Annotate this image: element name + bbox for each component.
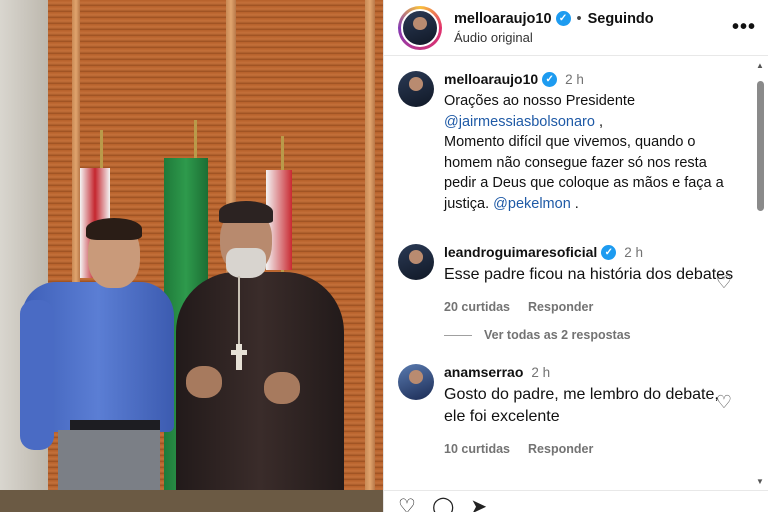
avatar (401, 8, 439, 47)
comment-likes[interactable]: 10 curtidas (444, 442, 510, 456)
caption-line: Orações ao nosso Presidente (444, 93, 636, 109)
priest-cap (219, 201, 273, 223)
separator-dot: • (576, 10, 582, 27)
man-hair (86, 218, 142, 240)
caption-username[interactable]: melloaraujo10 (444, 71, 538, 87)
comment-text: Esse padre ficou na história dos debates (444, 266, 734, 283)
avatar[interactable] (398, 71, 434, 107)
caption-text: Orações ao nosso Presidente @jairmessiasb… (444, 91, 740, 214)
pillar (365, 0, 375, 490)
cross-icon-bar (231, 350, 247, 355)
mention-link[interactable]: @jairmessiasbolsonaro (444, 114, 595, 130)
floor (0, 490, 383, 512)
comment-likes[interactable]: 20 curtidas (444, 300, 510, 314)
caption-time: 2 h (565, 71, 584, 87)
priest-hand-right (264, 372, 300, 404)
like-icon[interactable]: ♡ (398, 497, 416, 512)
comment-time: 2 h (624, 244, 644, 260)
caption-punct: , (594, 113, 603, 130)
comments-scrollbar[interactable]: ▲ ▼ (754, 57, 766, 490)
mention-link[interactable]: @pekelmon (493, 196, 571, 212)
cross-icon (236, 344, 242, 370)
comment-meta: 20 curtidas Responder (444, 300, 740, 314)
cross-chain (238, 276, 240, 348)
verified-badge-icon: ✓ (555, 11, 571, 26)
verified-badge-icon: ✓ (601, 244, 617, 260)
avatar[interactable] (398, 244, 434, 280)
author-username[interactable]: melloaraujo10 (454, 11, 552, 27)
priest-hand-left (186, 366, 222, 398)
comment-icon[interactable]: ◯ (432, 497, 454, 512)
comment-time: 2 h (531, 364, 551, 380)
share-icon[interactable]: ➤ (470, 497, 487, 512)
post-actions-bar: ♡ ◯ ➤ (384, 490, 768, 512)
audio-label[interactable]: Áudio original (454, 30, 732, 45)
post-side-panel: melloaraujo10 ✓ • Seguindo Áudio origina… (383, 0, 768, 512)
more-options-icon[interactable]: ••• (732, 16, 756, 39)
scroll-up-icon[interactable]: ▲ (756, 61, 764, 70)
instagram-post-view: melloaraujo10 ✓ • Seguindo Áudio origina… (0, 0, 768, 512)
comment-item: leandroguimaresoficial ✓ 2 h Esse padre … (384, 244, 754, 314)
author-avatar-story-ring[interactable] (398, 5, 442, 50)
following-button[interactable]: Seguindo (588, 11, 654, 27)
scroll-down-icon[interactable]: ▼ (756, 477, 764, 486)
reply-button[interactable]: Responder (528, 442, 593, 456)
caption: melloaraujo10 ✓ 2 h Orações ao nosso Pre… (384, 71, 754, 214)
post-header: melloaraujo10 ✓ • Seguindo Áudio origina… (384, 0, 768, 56)
comment-item: anamserrao 2 h Gosto do padre, me lembro… (384, 364, 754, 456)
comments-list: melloaraujo10 ✓ 2 h Orações ao nosso Pre… (384, 57, 754, 490)
verified-badge-icon: ✓ (542, 71, 558, 87)
post-photo[interactable] (0, 0, 383, 512)
man-arm (20, 300, 54, 450)
view-replies-label: Ver todas as 2 respostas (484, 328, 631, 342)
comment-username[interactable]: anamserrao (444, 364, 523, 380)
caption-line: Momento difícil que vivemos, quando o ho… (444, 134, 724, 212)
priest-beard (226, 248, 266, 278)
caption-punct: . (570, 195, 579, 212)
comment-text: Gosto do padre, me lembro do debate, ele… (444, 386, 719, 425)
heart-icon[interactable]: ♡ (716, 392, 732, 413)
view-replies-button[interactable]: Ver todas as 2 respostas (444, 328, 754, 342)
replies-divider (444, 334, 472, 336)
comment-meta: 10 curtidas Responder (444, 442, 740, 456)
avatar[interactable] (398, 364, 434, 400)
comment-username[interactable]: leandroguimaresoficial (444, 244, 597, 260)
reply-button[interactable]: Responder (528, 300, 593, 314)
scrollbar-thumb[interactable] (757, 81, 764, 211)
heart-icon[interactable]: ♡ (716, 272, 732, 293)
